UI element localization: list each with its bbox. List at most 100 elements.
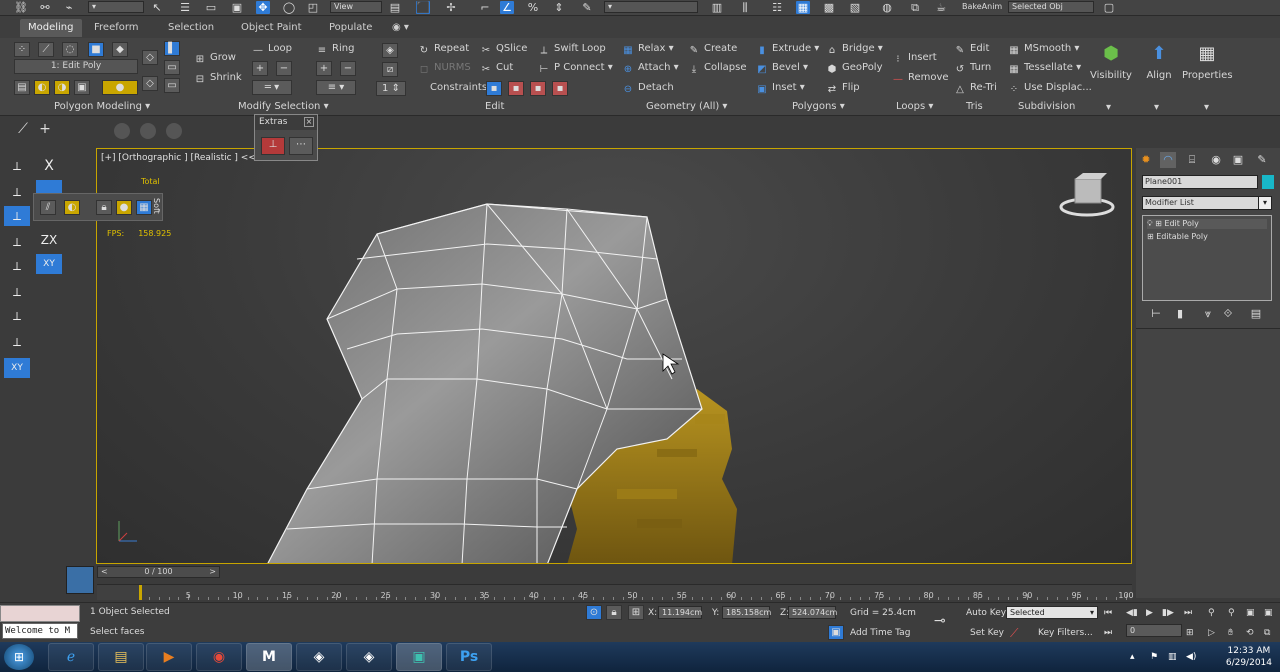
time-tag-icon[interactable]: ▣ [828,625,844,640]
spinner-icon[interactable]: 1 ⇕ [376,81,406,96]
render-frame-icon[interactable]: ▢ [1102,1,1116,14]
auto-key-button[interactable]: Auto Key [966,608,1006,618]
zx-plane-button[interactable]: ZX [36,230,62,250]
set-key-icon[interactable]: ⟋ [1010,626,1018,641]
element-mode-icon[interactable]: ◆ [112,42,128,57]
media-player-icon[interactable]: ▶ [146,643,192,671]
3dsmax-icon[interactable]: ▣ [396,643,442,671]
hierarchy-tab-icon[interactable]: ⌸ [1184,152,1200,168]
x-coord-field[interactable]: 11.194cm [658,606,702,619]
angle-snap-icon[interactable]: ∠ [500,1,514,14]
rect-region-icon[interactable]: ▭ [204,1,218,14]
lock-icon[interactable]: 🔒︎ [96,200,112,215]
go-to-start-icon[interactable]: ⏮ [1104,608,1112,618]
render-icon[interactable]: ☕ [934,1,948,14]
paint-deform-icon[interactable]: ⟋ [16,122,30,136]
bind-icon[interactable]: ⌁ [62,1,76,14]
constraint-normal-icon[interactable]: ▪ [552,81,568,96]
field-of-view-icon[interactable]: ▷ [1208,628,1215,638]
bevel-button[interactable]: ◩ Bevel ▾ [756,61,808,76]
polygon-mode-icon[interactable]: ■ [88,42,104,57]
display-tab-icon[interactable]: ▣ [1230,152,1246,168]
render-setup-icon[interactable]: ⧉ [908,1,922,14]
curve-editor-icon[interactable]: ▩ [822,1,836,14]
pivot-center-icon[interactable]: ▤ [388,1,402,14]
geopoly-button[interactable]: ⬢ GeoPoly [826,61,883,76]
zoom-all-icon[interactable]: ⚲ [1228,608,1235,618]
tab-modeling[interactable]: Modeling [20,19,82,37]
pan-icon[interactable]: ✋︎ [1228,628,1233,638]
falloff-icon[interactable]: ● [116,200,132,215]
properties-dropdown-icon[interactable]: ▾ [1204,101,1209,115]
select-by-name-icon[interactable]: ☰ [178,1,192,14]
window-crossing-icon[interactable]: ▣ [230,1,244,14]
create-button[interactable]: ✎ Create [688,42,737,57]
relax-button[interactable]: ▦ Relax ▾ [622,42,673,57]
isolate-selection-icon[interactable]: ⊙ [586,605,602,620]
start-button[interactable]: ⊞ [4,644,34,670]
xy-plane-button-2[interactable]: XY [4,358,30,378]
tray-expand-icon[interactable]: ▴ [1130,652,1135,662]
constraint-edge-icon[interactable]: ▪ [508,81,524,96]
network-icon[interactable]: ▥ [1168,652,1177,662]
keyboard-shortcut-icon[interactable]: ✢ [444,1,458,14]
chevron-down-icon[interactable]: ▾ [1258,196,1272,210]
select-object-icon[interactable]: ↖ [150,1,164,14]
schematic-view-icon[interactable]: ▧ [848,1,862,14]
msmooth-button[interactable]: ▦ MSmooth ▾ [1008,42,1079,57]
show-end-result-icon[interactable]: ▣ [74,80,90,95]
ring-button[interactable]: ≡ Ring [316,42,355,57]
close-icon[interactable]: × [304,117,314,127]
tessellate-button[interactable]: ▦ Tessellate ▾ [1008,61,1081,76]
constraint-none-icon[interactable]: ▪ [486,81,502,96]
tab-selection[interactable]: Selection [168,19,214,37]
brush-2-icon[interactable] [140,123,156,139]
create-tab-icon[interactable]: ✹ [1138,152,1154,168]
selected-obj-dropdown[interactable]: Selected Obj [1008,1,1094,13]
set-key-button[interactable]: Set Key [970,628,1004,638]
object-color-swatch[interactable] [1262,175,1274,189]
retri-button[interactable]: △ Re-Tri [954,81,997,96]
grow-sel-small-icon[interactable]: ◇ [142,50,158,65]
brush-3-icon[interactable] [166,123,182,139]
shrink-sel-small-icon[interactable]: ◇ [142,76,158,91]
snap-toggle-icon[interactable]: ⌐ [478,1,492,14]
absolute-mode-icon[interactable]: ⊞ [628,605,644,620]
selection-filter-dropdown[interactable]: ▾ [88,1,144,13]
loop-grow-icon[interactable]: + [252,61,268,76]
current-frame-marker[interactable] [139,585,142,600]
remove-button[interactable]: — Remove [892,71,949,86]
modifier-list-dropdown[interactable]: Modifier List [1142,196,1268,210]
align-icon[interactable]: ⫼ [738,1,752,14]
key-mode-dropdown[interactable]: Selected ▾ [1006,606,1098,619]
preserve-uvs-icon[interactable]: ◑ [54,80,70,95]
vertex-mode-icon[interactable]: ⁘ [14,42,30,57]
select-by-vertex-icon[interactable]: ▌ [164,41,180,56]
volume-icon[interactable]: ◀) [1186,652,1196,662]
axis-tool-8-icon[interactable]: ⟂ [4,332,30,352]
play-icon[interactable]: ▶ [1146,608,1153,618]
edge-distance-icon[interactable]: ▦ [136,200,152,215]
edge-mode-icon[interactable]: ⟋ [38,42,54,57]
select-move-icon[interactable]: ✥ [256,1,270,14]
spinner-snap-icon[interactable]: ⇕ [552,1,566,14]
key-icon[interactable]: ⊸ [934,613,946,629]
select-rotate-icon[interactable]: ◯ [282,1,296,14]
axis-tool-2-icon[interactable]: ⟂ [4,182,30,202]
align-button[interactable]: ⬆ Align [1134,40,1184,81]
repeat-button[interactable]: ↻ Repeat [418,42,469,57]
selection-lock-icon[interactable]: 🔒︎ [606,605,622,620]
axis-tool-3-icon[interactable]: ⟂ [4,206,30,226]
align-dropdown-icon[interactable]: ▾ [1154,101,1159,115]
viewcube[interactable] [1059,173,1115,217]
axis-tool-5-icon[interactable]: ⟂ [4,256,30,276]
reference-coordinate-dropdown[interactable]: View [330,1,382,13]
border-mode-icon[interactable]: ◌ [62,42,78,57]
nurms-button[interactable]: ◻ NURMS [418,61,471,76]
turn-button[interactable]: ↺ Turn [954,61,991,76]
extras-tool-2-icon[interactable]: ⋯ [289,137,313,155]
make-unique-icon[interactable]: ⩔ [1200,306,1216,322]
inset-button[interactable]: ▣ Inset ▾ [756,81,805,96]
next-frame-icon[interactable]: ▮▶ [1162,608,1174,618]
axis-tool-6-icon[interactable]: ⟂ [4,282,30,302]
